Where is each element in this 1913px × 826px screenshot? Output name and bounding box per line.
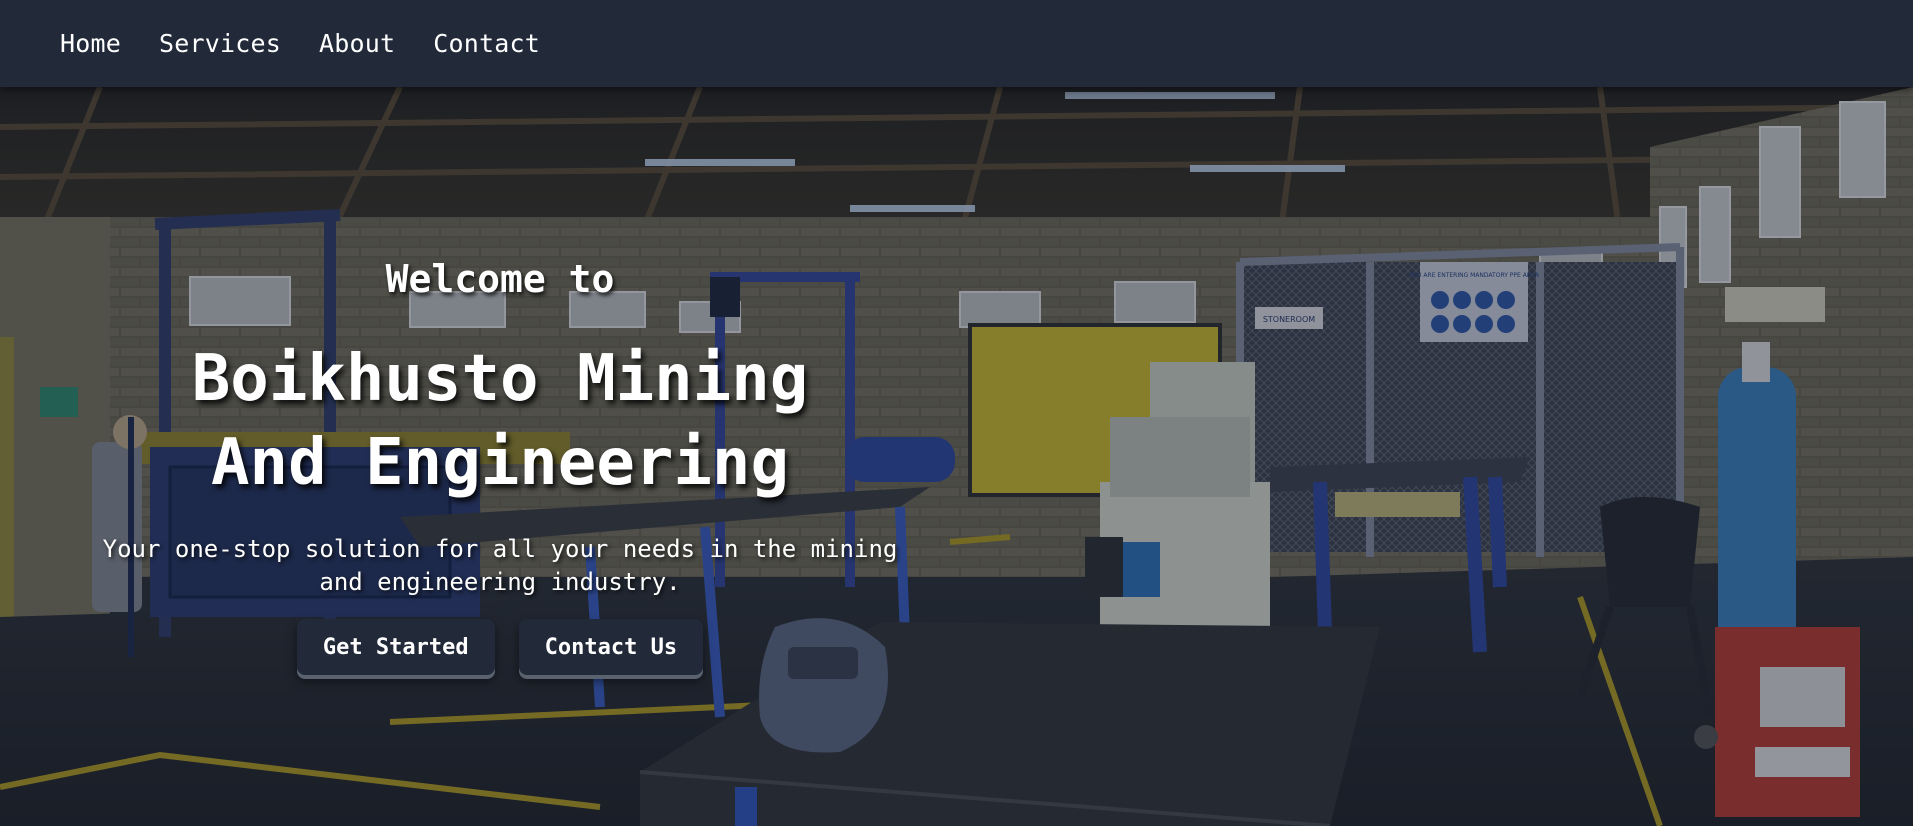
top-navbar: Home Services About Contact: [0, 0, 1913, 87]
nav-home-link[interactable]: Home: [60, 29, 121, 58]
contact-us-button[interactable]: Contact Us: [518, 619, 704, 675]
hero-button-row: Get Started Contact Us: [60, 619, 940, 675]
hero-section: STONEROOM YOU ARE ENTERING MANDATORY PPE…: [0, 87, 1913, 826]
hero-subtitle: Your one-stop solution for all your need…: [102, 535, 898, 596]
welcome-heading: Welcome to: [385, 257, 615, 301]
nav-services-link[interactable]: Services: [159, 29, 281, 58]
get-started-button[interactable]: Get Started: [296, 619, 495, 675]
nav-about-link[interactable]: About: [319, 29, 395, 58]
nav-contact-link[interactable]: Contact: [433, 29, 540, 58]
hero-content: Welcome to Boikhusto Mining And Engineer…: [60, 257, 940, 675]
hero-title: Boikhusto Mining And Engineering: [191, 342, 809, 500]
